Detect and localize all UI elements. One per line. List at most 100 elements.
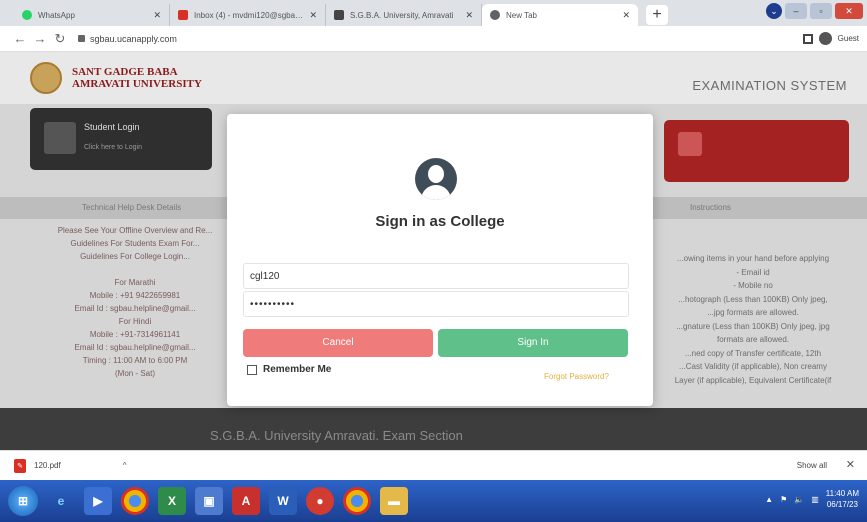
site-footer: S.G.B.A. University Amravati. Exam Secti… [0, 408, 867, 450]
username-input[interactable] [243, 263, 629, 289]
student-icon [44, 122, 76, 154]
instructions-heading: Instructions [690, 203, 731, 212]
word-icon[interactable]: W [269, 487, 297, 515]
download-bar: ✎ 120.pdf ^ Show all ✕ [0, 450, 867, 480]
instruction-line: ...owing items in your hand before apply… [676, 254, 830, 263]
network-tray-icon[interactable]: ▥ [811, 495, 819, 504]
chrome-taskbar-icon[interactable] [121, 487, 149, 515]
cancel-button[interactable]: Cancel [243, 329, 433, 357]
acrobat-icon[interactable]: A [232, 487, 260, 515]
helpdesk-line: Guidelines For Students Exam For... [70, 239, 200, 248]
app-red-icon[interactable]: ● [306, 487, 334, 515]
flag-icon[interactable]: ⚑ [780, 495, 787, 504]
volume-icon[interactable]: 🔈 [794, 495, 804, 504]
student-login-card[interactable]: Student Login Click here to Login [30, 108, 212, 170]
system-tray: ▲ ⚑ 🔈 ▥ 11:40 AM 06/17/23 [765, 488, 859, 510]
new-tab-button[interactable]: + [646, 5, 668, 25]
tab-title: New Tab [506, 10, 537, 20]
show-hidden-icons-icon[interactable]: ▲ [765, 495, 773, 504]
card-icon [678, 132, 702, 156]
university-name-line1: SANT GADGE BABA [72, 66, 178, 78]
forgot-password-link[interactable]: Forgot Password? [544, 372, 609, 381]
tab-university[interactable]: S.G.B.A. University, Amravati ✕ [326, 4, 482, 26]
student-card-subtitle: Click here to Login [84, 144, 142, 151]
minimize-button[interactable]: – [785, 3, 807, 19]
user-avatar-icon [415, 158, 457, 200]
profile-label[interactable]: Guest [838, 34, 859, 43]
checkbox-icon[interactable] [247, 364, 257, 375]
close-tab-icon[interactable]: ✕ [465, 10, 473, 21]
helpdesk-line: Mobile : +91-7314961141 [89, 330, 181, 339]
modal-title: Sign in as College [375, 213, 505, 230]
chrome-taskbar-icon-2[interactable] [343, 487, 371, 515]
chevron-up-icon[interactable]: ^ [123, 461, 127, 470]
url-field[interactable]: sgbau.ucanapply.com [78, 34, 177, 44]
windows-taskbar: ⊞ e ▶ X ▣ A W ● ▬ ▲ ⚑ 🔈 ▥ 11:40 AM 06/17… [0, 480, 867, 522]
instruction-line: Layer (if applicable), Equivalent Certif… [674, 375, 832, 385]
profile-icon[interactable] [818, 32, 832, 45]
college-sign-in-modal: Sign in as College Cancel Sign In Rememb… [227, 114, 653, 406]
helpdesk-line: (Mon - Sat) [114, 369, 155, 378]
windows-start-icon[interactable]: ⊞ [8, 486, 38, 516]
helpdesk-line: Guidelines For College Login... [80, 252, 190, 261]
reading-list-icon[interactable] [802, 33, 813, 44]
maximize-button[interactable]: ▫ [810, 3, 832, 19]
tab-gmail[interactable]: Inbox (4) - mvdmi120@sgbau.ac ✕ [170, 4, 326, 26]
close-window-button[interactable]: ✕ [835, 3, 863, 19]
instruction-line: - Mobile no [733, 281, 773, 290]
clock-time: 11:40 AM [825, 489, 859, 498]
show-all-downloads-link[interactable]: Show all [797, 461, 827, 470]
right-login-card[interactable] [664, 120, 849, 182]
network-icon[interactable]: ▣ [195, 487, 223, 515]
remember-me-checkbox[interactable]: Remember Me [247, 364, 331, 375]
instruction-line: ...gnature (Less than 100KB) Only jpeg, … [676, 321, 830, 331]
browser-toolbar-right: Guest [802, 32, 859, 45]
media-player-icon[interactable]: ▶ [84, 487, 112, 515]
helpdesk-line: For Marathi [114, 278, 156, 287]
footer-text: S.G.B.A. University Amravati. Exam Secti… [210, 428, 463, 443]
url-text: sgbau.ucanapply.com [90, 33, 177, 44]
tab-title: WhatsApp [38, 10, 75, 20]
close-tab-icon[interactable]: ✕ [153, 10, 161, 21]
helpdesk-line [40, 263, 230, 276]
internet-explorer-icon[interactable]: e [47, 487, 75, 515]
instructions-list: ...owing items in your hand before apply… [648, 252, 858, 387]
close-tab-icon[interactable]: ✕ [622, 10, 630, 21]
tab-new-tab[interactable]: New Tab ✕ [482, 4, 638, 26]
file-explorer-icon[interactable]: ▬ [380, 487, 408, 515]
gmail-icon [178, 10, 188, 20]
close-download-bar-icon[interactable]: ✕ [846, 458, 855, 471]
clock-date: 06/17/23 [826, 500, 858, 509]
whatsapp-icon [22, 10, 32, 20]
system-title: EXAMINATION SYSTEM [692, 78, 847, 93]
university-seal-icon [30, 62, 62, 94]
tab-whatsapp[interactable]: WhatsApp ✕ [14, 4, 170, 26]
helpdesk-line: Timing : 11:00 AM to 6:00 PM [82, 356, 188, 365]
sign-in-button[interactable]: Sign In [438, 329, 628, 357]
helpdesk-line: Email Id : sgbau.helpline@gmail... [74, 343, 196, 352]
excel-icon[interactable]: X [158, 487, 186, 515]
forward-icon[interactable]: → [30, 31, 50, 46]
university-name-line2: AMRAVATI UNIVERSITY [72, 78, 202, 90]
student-card-title: Student Login [84, 122, 140, 132]
site-header: SANT GADGE BABA AMRAVATI UNIVERSITY EXAM… [0, 52, 867, 104]
helpdesk-details: Please See Your Offline Overview and Re.… [40, 224, 230, 380]
tab-title: Inbox (4) - mvdmi120@sgbau.ac [194, 10, 306, 20]
helpdesk-heading: Technical Help Desk Details [82, 203, 182, 212]
taskbar-clock[interactable]: 11:40 AM 06/17/23 [826, 488, 859, 510]
university-name: SANT GADGE BABA AMRAVATI UNIVERSITY [72, 66, 202, 90]
helpdesk-line: Email Id : sgbau.helpline@gmail... [74, 304, 196, 313]
instruction-line: ...hotograph (Less than 100KB) Only jpeg… [678, 294, 828, 304]
tab-search-icon[interactable]: ⌄ [766, 3, 782, 19]
lock-icon [78, 35, 85, 42]
remember-me-label: Remember Me [263, 364, 332, 375]
tab-title: S.G.B.A. University, Amravati [350, 10, 454, 20]
download-file-name[interactable]: 120.pdf [34, 461, 61, 470]
instruction-line: - Email id [736, 267, 770, 277]
back-icon[interactable]: ← [10, 31, 30, 46]
reload-icon[interactable]: ↻ [50, 31, 70, 47]
address-bar: ← → ↻ sgbau.ucanapply.com Guest [0, 26, 867, 52]
helpdesk-line: For Hindi [118, 317, 152, 326]
password-input[interactable] [243, 291, 629, 317]
close-tab-icon[interactable]: ✕ [309, 10, 317, 21]
